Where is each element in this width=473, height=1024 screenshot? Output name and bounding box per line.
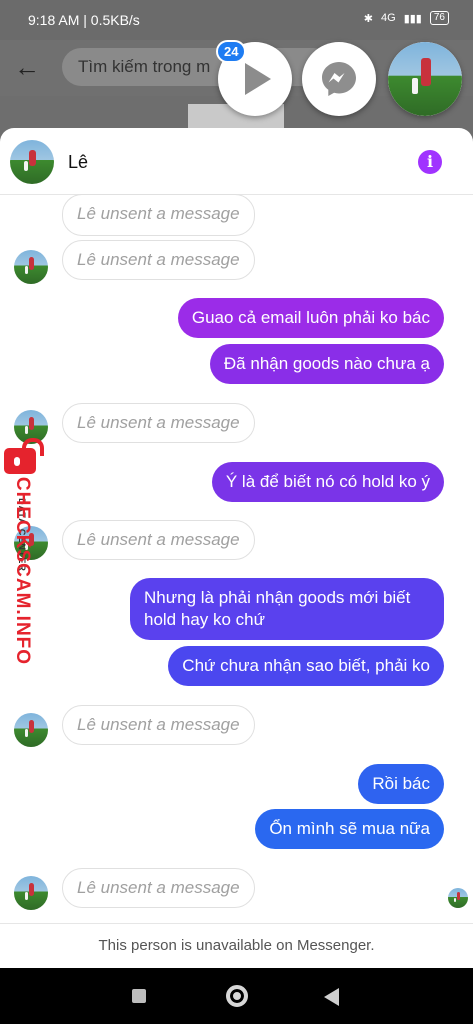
- unsent-message: Lê unsent a message: [62, 705, 255, 745]
- chat-head-contact[interactable]: [388, 42, 462, 116]
- play-icon: [245, 63, 271, 95]
- read-receipt-avatar: [448, 888, 468, 908]
- search-placeholder: Tìm kiếm trong m: [78, 57, 211, 76]
- contact-avatar[interactable]: [10, 140, 54, 184]
- status-bar: 9:18 AM | 0.5KB/s ✱ 4G ▮▮▮ 76: [0, 0, 473, 40]
- unsent-message: Lê unsent a message: [62, 868, 255, 908]
- navigation-bar: [0, 968, 473, 1024]
- chat-panel: Lê i Lê unsent a message Lê unsent a mes…: [0, 128, 473, 968]
- sender-avatar: [14, 713, 48, 747]
- watermark: DATA CENTER CHECKSCAM.INFO: [2, 438, 50, 670]
- home-icon[interactable]: [226, 985, 248, 1007]
- conversation-header: Lê i: [0, 128, 473, 195]
- bluetooth-icon: ✱: [363, 12, 374, 25]
- sender-avatar: [14, 876, 48, 910]
- chat-head-video[interactable]: 24: [216, 40, 292, 116]
- unread-badge: 24: [216, 40, 247, 63]
- outgoing-message[interactable]: Rồi bác: [358, 764, 444, 804]
- network-label: 4G: [381, 12, 396, 24]
- contact-name: Lê: [68, 152, 89, 172]
- outgoing-message[interactable]: Nhưng là phải nhận goods mới biết hold h…: [130, 578, 444, 640]
- unsent-message: Lê unsent a message: [62, 240, 255, 280]
- signal-icon: ▮▮▮: [403, 12, 422, 25]
- outgoing-message[interactable]: Ổn mình sẽ mua nữa: [255, 809, 444, 849]
- unsent-message: Lê unsent a message: [62, 194, 255, 236]
- outgoing-message[interactable]: Ý là để biết nó có hold ko ý: [211, 462, 444, 502]
- unsent-message: Lê unsent a message: [62, 520, 255, 560]
- messenger-icon: [322, 62, 356, 96]
- recents-icon[interactable]: [132, 989, 146, 1003]
- info-icon[interactable]: i: [418, 150, 442, 174]
- back-icon[interactable]: [324, 988, 339, 1006]
- chat-head-messenger[interactable]: [302, 42, 376, 116]
- outgoing-message[interactable]: Guao cả email luôn phải ko bác: [177, 298, 444, 338]
- back-arrow-icon[interactable]: ←: [14, 52, 40, 83]
- outgoing-message[interactable]: Đã nhận goods nào chưa ạ: [209, 344, 444, 384]
- watermark-big-text: CHECKSCAM.INFO: [12, 476, 33, 666]
- unavailable-notice: This person is unavailable on Messenger.: [0, 923, 473, 968]
- avatar: [388, 42, 462, 116]
- status-time: 9:18 AM | 0.5KB/s: [28, 12, 140, 28]
- status-icons: ✱ 4G ▮▮▮ 76: [364, 11, 449, 25]
- outgoing-message[interactable]: Chứ chưa nhận sao biết, phải ko: [168, 646, 444, 686]
- battery-icon: 76: [429, 11, 449, 25]
- unsent-message: Lê unsent a message: [62, 403, 255, 443]
- sender-avatar: [14, 250, 48, 284]
